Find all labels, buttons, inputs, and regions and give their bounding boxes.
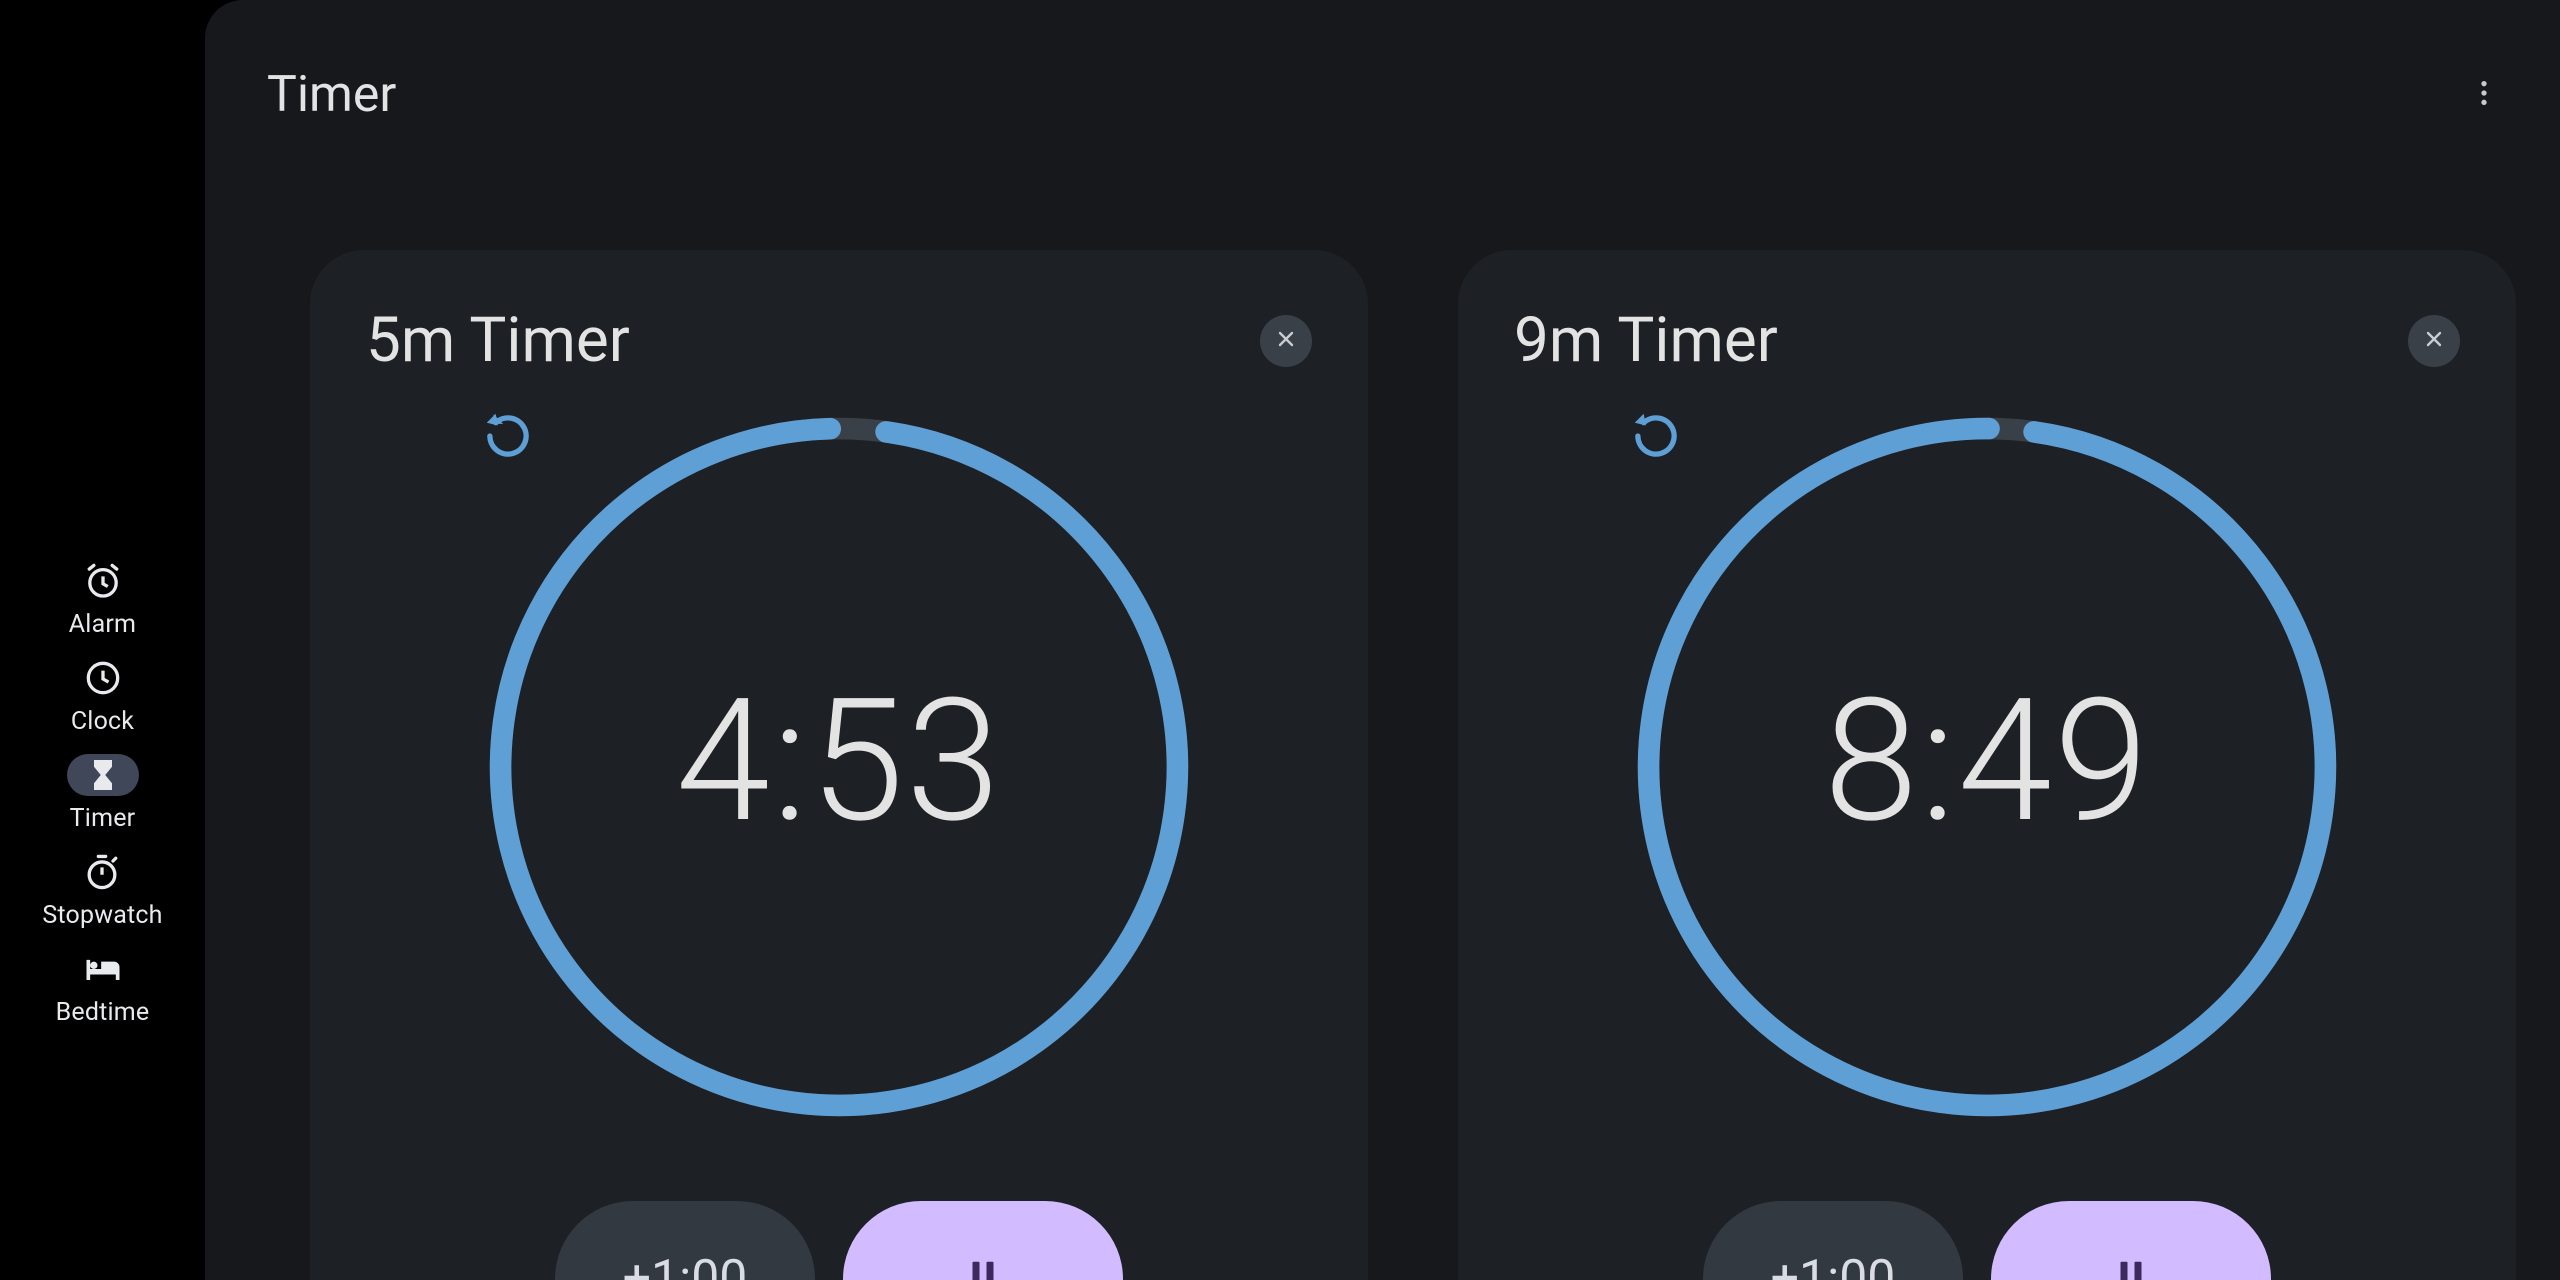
alarm-icon [81,559,125,603]
nav-item-timer[interactable]: Timer [67,754,139,833]
pause-button[interactable] [1991,1201,2271,1280]
timers-row: 5m Timer [205,140,2560,1280]
nav-item-clock[interactable]: Clock [67,657,139,736]
main-content: Timer 5m Timer [205,0,2560,1280]
timer-progress-ring: 4:53 [479,407,1199,1127]
close-icon [1274,327,1298,355]
timer-card: 5m Timer [310,250,1368,1280]
pause-icon [2110,1250,2152,1280]
delete-timer-button[interactable] [1260,315,1312,367]
nav-item-bedtime[interactable]: Bedtime [56,948,150,1027]
nav-rail: Alarm Clock Timer [0,0,205,1280]
pause-button[interactable] [843,1201,1123,1280]
delete-timer-button[interactable] [2408,315,2460,367]
add-minute-button[interactable]: +1:00 [555,1201,815,1280]
close-icon [2422,327,2446,355]
nav-item-alarm[interactable]: Alarm [67,560,139,639]
header: Timer [205,0,2560,140]
nav-item-stopwatch[interactable]: Stopwatch [42,851,162,930]
stopwatch-icon [80,850,124,894]
timer-name[interactable]: 9m Timer [1514,304,1778,377]
more-vert-icon [2468,77,2500,113]
nav-label-bedtime: Bedtime [56,998,150,1027]
timer-card: 9m Timer [1458,250,2516,1280]
nav-label-timer: Timer [70,804,136,833]
add-minute-label: +1:00 [623,1250,748,1280]
timer-name[interactable]: 5m Timer [366,304,630,377]
page-title: Timer [267,66,396,124]
add-minute-label: +1:00 [1771,1250,1896,1280]
pause-icon [962,1250,1004,1280]
hourglass-icon [85,757,121,793]
nav-label-clock: Clock [71,707,134,736]
nav-label-alarm: Alarm [69,610,136,639]
time-remaining[interactable]: 8:49 [1824,676,2151,846]
nav-label-stopwatch: Stopwatch [42,901,162,930]
time-remaining[interactable]: 4:53 [676,676,1003,846]
bed-icon [81,947,125,991]
more-options-button[interactable] [2460,71,2508,119]
timer-progress-ring: 8:49 [1627,407,2347,1127]
clock-icon [81,656,125,700]
add-minute-button[interactable]: +1:00 [1703,1201,1963,1280]
